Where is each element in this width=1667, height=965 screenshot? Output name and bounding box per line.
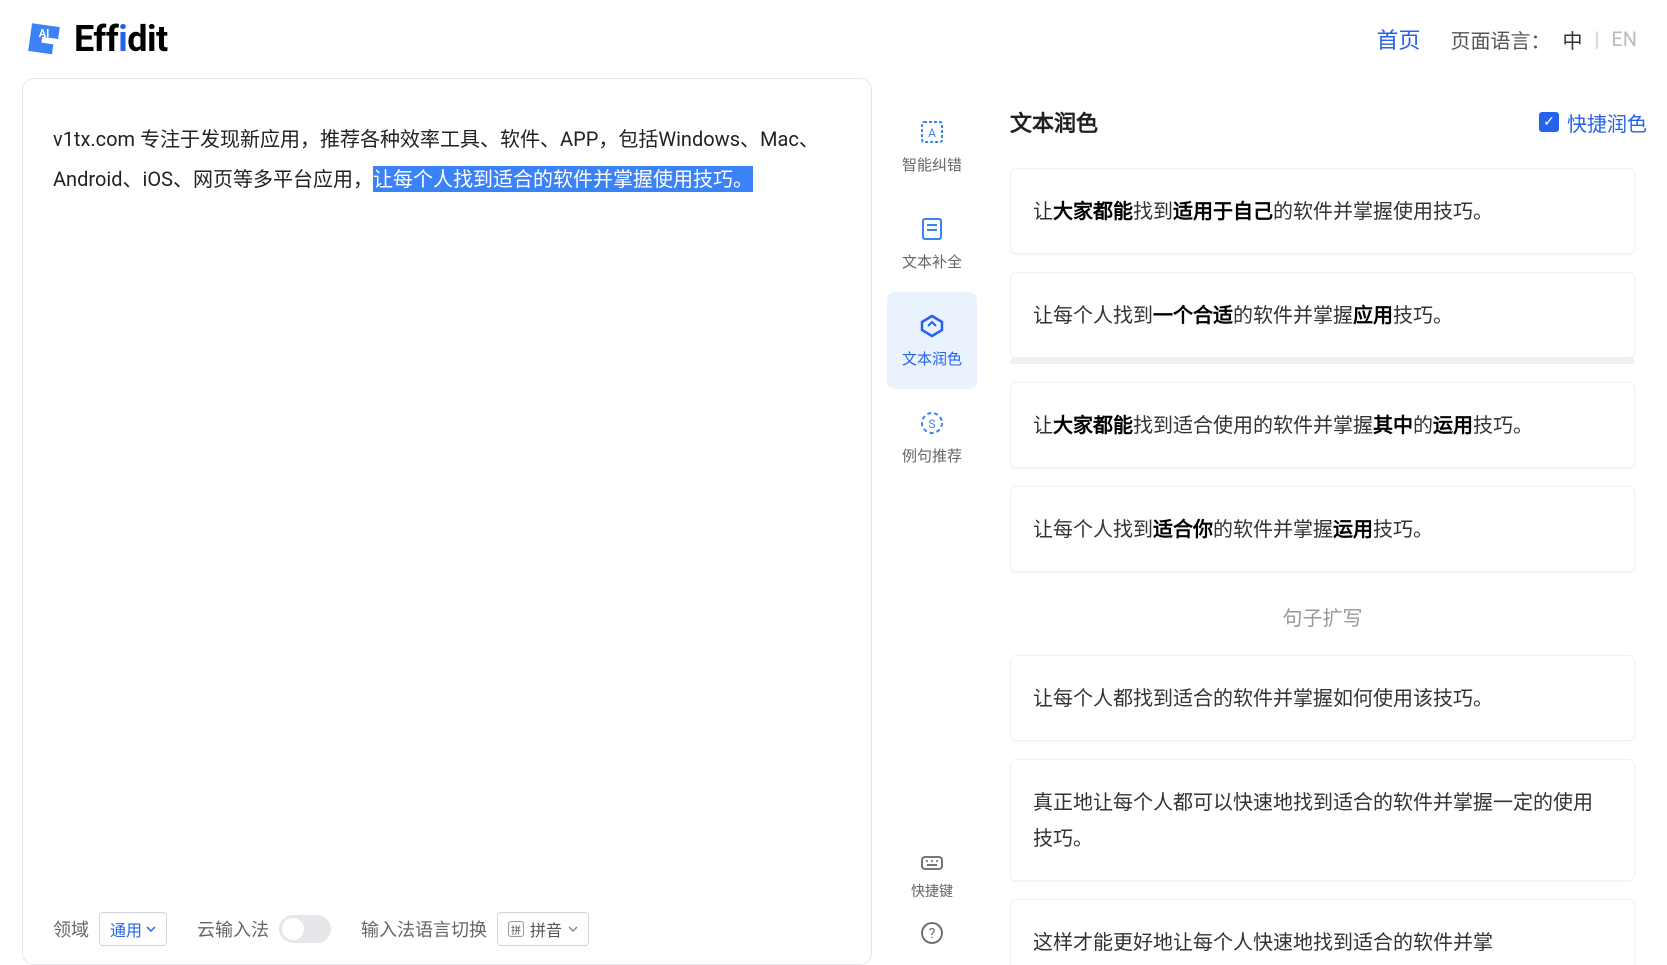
lang-zh[interactable]: 中 (1562, 25, 1582, 54)
sidebar: A 智能纠错 文本补全 文本润色 S 例句推荐 快捷键 (882, 78, 982, 965)
result-item[interactable]: 让每个人都找到适合的软件并掌握如何使用该技巧。 (1010, 655, 1635, 741)
sidebar-item-polish[interactable]: 文本润色 (887, 292, 977, 389)
sidebar-bottom: 快捷键 ? (911, 851, 953, 965)
language-switch: 页面语言： 中 | EN (1450, 25, 1637, 54)
sidebar-item-recommend[interactable]: S 例句推荐 (887, 389, 977, 486)
help-icon: ? (920, 921, 944, 945)
help-button[interactable]: ? (920, 921, 944, 945)
editor-panel: v1tx.com 专注于发现新应用，推荐各种效率工具、软件、APP，包括Wind… (22, 78, 872, 965)
logo[interactable]: AI Effidit (22, 17, 168, 61)
keyboard-icon (920, 851, 944, 875)
chevron-down-icon (146, 924, 156, 934)
nav-home[interactable]: 首页 (1376, 23, 1420, 55)
cloud-ime-toggle[interactable] (279, 915, 331, 943)
sidebar-item-label: 文本润色 (902, 348, 962, 369)
sidebar-item-label: 例句推荐 (902, 445, 962, 466)
sidebar-item-correction[interactable]: A 智能纠错 (887, 98, 977, 195)
svg-text:AI: AI (39, 27, 50, 40)
sidebar-item-label: 文本补全 (902, 251, 962, 272)
domain-control: 领域 通用 (53, 912, 167, 946)
main: v1tx.com 专注于发现新应用，推荐各种效率工具、软件、APP，包括Wind… (0, 78, 1667, 965)
sidebar-item-completion[interactable]: 文本补全 (887, 195, 977, 292)
checkbox-icon: ✓ (1539, 112, 1559, 132)
pinyin-button[interactable]: 拼 拼音 (497, 912, 589, 946)
results-panel: 文本润色 ✓ 快捷润色 让大家都能找到适用于自己的软件并掌握使用技巧。 让每个人… (982, 78, 1667, 965)
lang-en[interactable]: EN (1611, 27, 1637, 51)
results-list[interactable]: 让大家都能找到适用于自己的软件并掌握使用技巧。 让每个人找到一个合适的软件并掌握… (1010, 168, 1647, 965)
recommend-icon: S (918, 409, 946, 437)
editor-selection: 让每个人找到适合的软件并掌握使用技巧。 (373, 166, 753, 192)
ime-switch-control: 输入法语言切换 拼 拼音 (361, 912, 589, 946)
domain-label: 领域 (53, 916, 89, 942)
editor-footer: 领域 通用 云输入法 输入法语言切换 拼 拼音 (23, 894, 871, 964)
completion-icon (918, 215, 946, 243)
logo-icon: AI (22, 17, 66, 61)
polish-icon (918, 312, 946, 340)
chevron-down-icon (568, 924, 578, 934)
svg-text:A: A (928, 126, 936, 140)
result-item[interactable]: 让每个人找到一个合适的软件并掌握应用技巧。 (1010, 272, 1635, 358)
results-header: 文本润色 ✓ 快捷润色 (1010, 106, 1647, 138)
header: AI Effidit 首页 页面语言： 中 | EN (0, 0, 1667, 78)
cloud-ime-control: 云输入法 (197, 915, 331, 943)
result-item[interactable]: 让大家都能找到适合使用的软件并掌握其中的运用技巧。 (1010, 382, 1635, 468)
logo-text: Effidit (74, 18, 168, 60)
section-expand-label: 句子扩写 (1010, 590, 1635, 655)
result-item[interactable]: 这样才能更好地让每个人快速地找到适合的软件并掌 (1010, 899, 1635, 965)
quick-polish-toggle[interactable]: ✓ 快捷润色 (1539, 108, 1647, 137)
editor-content[interactable]: v1tx.com 专注于发现新应用，推荐各种效率工具、软件、APP，包括Wind… (23, 79, 871, 894)
pinyin-icon: 拼 (508, 921, 524, 937)
lang-label: 页面语言： (1450, 25, 1550, 54)
domain-dropdown[interactable]: 通用 (99, 912, 167, 946)
shortcut-button[interactable]: 快捷键 (911, 851, 953, 901)
result-item[interactable]: 让每个人找到适合你的软件并掌握运用技巧。 (1010, 486, 1635, 572)
sidebar-item-label: 智能纠错 (902, 154, 962, 175)
result-item[interactable]: 真正地让每个人都可以快速地找到适合的软件并掌握一定的使用技巧。 (1010, 759, 1635, 881)
header-right: 首页 页面语言： 中 | EN (1376, 23, 1637, 55)
svg-text:?: ? (929, 926, 936, 942)
result-gap (1010, 358, 1635, 364)
results-title: 文本润色 (1010, 106, 1098, 138)
result-item[interactable]: 让大家都能找到适用于自己的软件并掌握使用技巧。 (1010, 168, 1635, 254)
svg-text:S: S (928, 417, 935, 431)
correction-icon: A (918, 118, 946, 146)
lang-divider: | (1594, 27, 1599, 51)
ime-switch-label: 输入法语言切换 (361, 916, 487, 942)
cloud-ime-label: 云输入法 (197, 916, 269, 942)
